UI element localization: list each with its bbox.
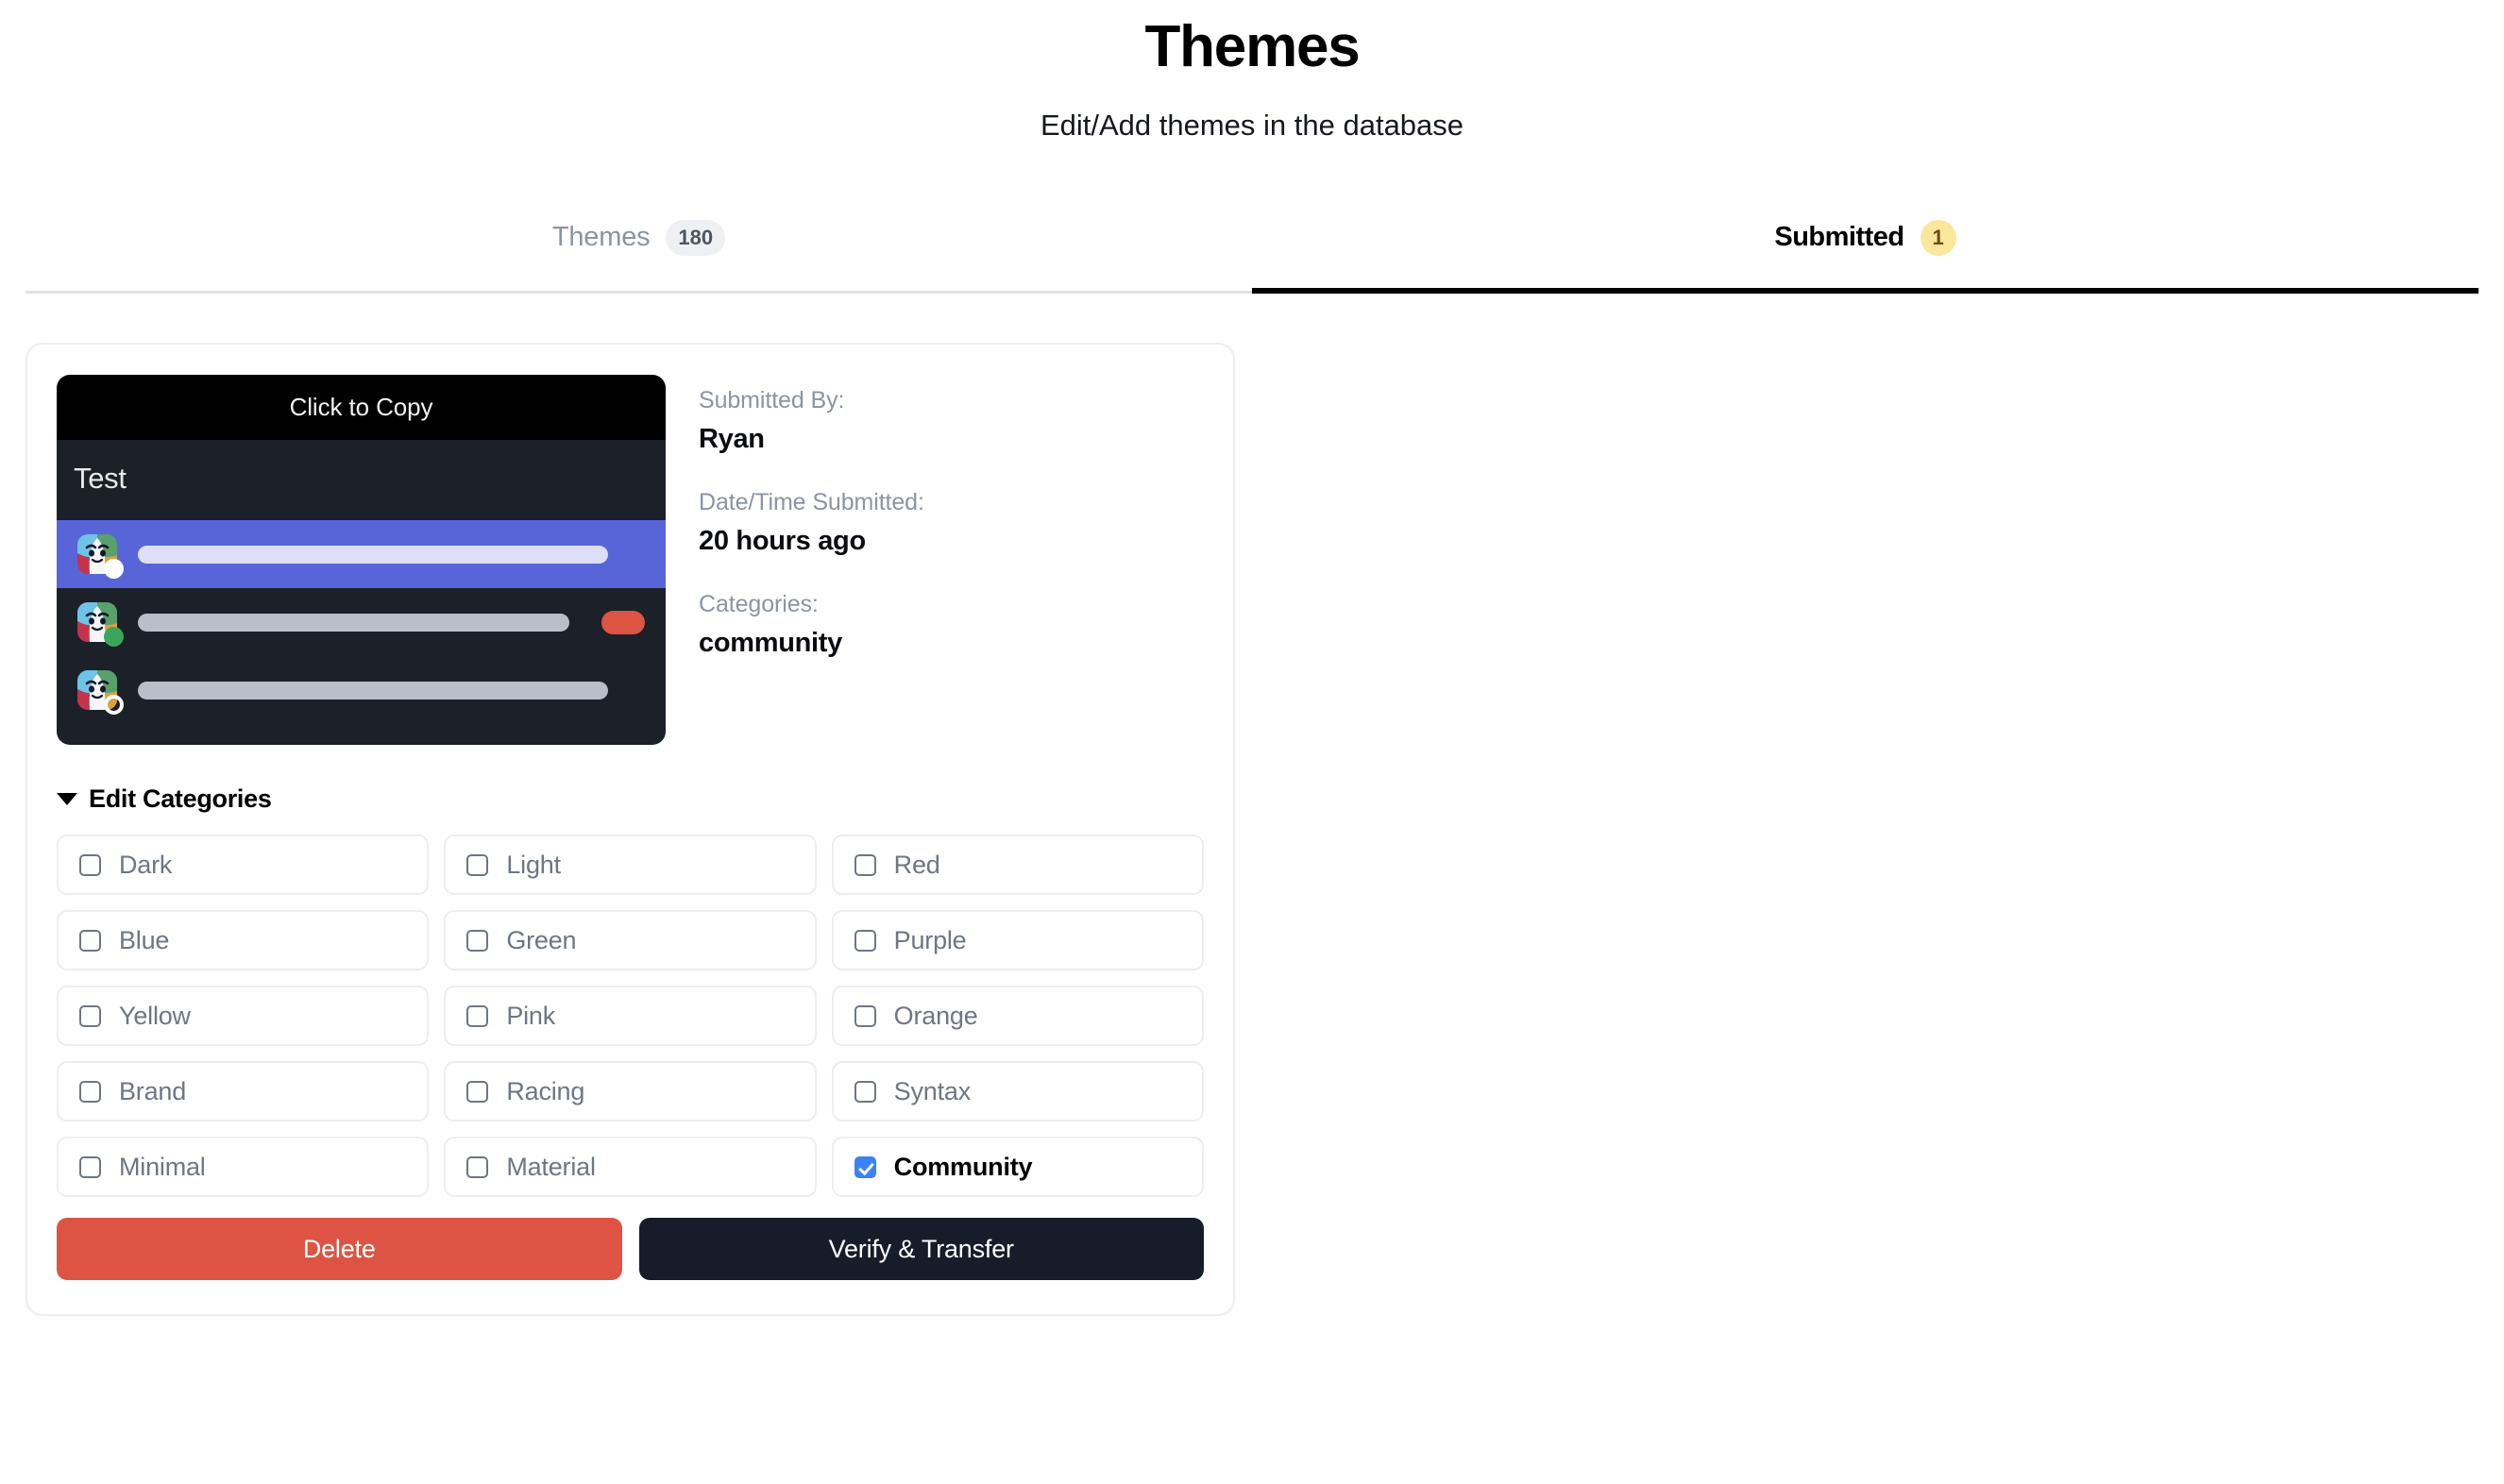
meta-submitted-by: Submitted By: Ryan (699, 387, 1204, 455)
mention-pill (601, 610, 645, 634)
theme-name: Test (74, 462, 127, 496)
tab-submitted-count-badge: 1 (1920, 219, 1956, 256)
submission-card-top: Click to Copy Test Submitted By: Ryan Da… (57, 375, 1204, 746)
category-label: Green (506, 925, 577, 954)
submission-card: Click to Copy Test Submitted By: Ryan Da… (25, 343, 1235, 1317)
category-option-red[interactable]: Red (831, 835, 1204, 896)
tab-submitted-underline (1252, 288, 2479, 295)
meta-label: Submitted By: (699, 387, 845, 414)
category-option-green[interactable]: Green (444, 910, 817, 971)
edit-categories-title: Edit Categories (89, 784, 272, 814)
category-option-orange[interactable]: Orange (831, 986, 1204, 1047)
checkbox-icon[interactable] (466, 1155, 489, 1178)
category-option-minimal[interactable]: Minimal (57, 1137, 430, 1198)
edit-categories-toggle[interactable]: Edit Categories (57, 784, 272, 814)
page-subtitle: Edit/Add themes in the database (1040, 109, 1464, 143)
category-label: Syntax (893, 1076, 972, 1105)
click-to-copy-bar[interactable]: Click to Copy (57, 375, 666, 441)
meta-date-submitted: Date/Time Submitted: 20 hours ago (699, 489, 1204, 557)
category-option-community[interactable]: Community (831, 1137, 1204, 1198)
message-placeholder-bar (138, 613, 569, 632)
category-label: Material (506, 1152, 596, 1181)
submissions-list: Click to Copy Test Submitted By: Ryan Da… (0, 294, 2504, 1317)
tab-themes-label: Themes (551, 222, 651, 253)
category-label: Red (893, 850, 940, 879)
tab-list: Themes 180 Submitted 1 (25, 194, 2479, 295)
checkbox-icon[interactable] (854, 1080, 876, 1103)
category-label: Brand (119, 1076, 187, 1105)
preview-message-row (57, 656, 666, 724)
page-title: Themes (1144, 14, 1360, 79)
category-label: Community (893, 1152, 1033, 1181)
category-label: Orange (893, 1001, 978, 1030)
category-label: Blue (119, 925, 170, 954)
tab-bar: Themes 180 Submitted 1 (0, 194, 2504, 295)
category-option-syntax[interactable]: Syntax (831, 1061, 1204, 1122)
status-indicator-icon (104, 695, 124, 716)
checkbox-icon[interactable] (466, 853, 489, 876)
category-label: Pink (506, 1001, 556, 1030)
message-placeholder-bar (138, 681, 608, 700)
checkbox-icon[interactable] (854, 929, 876, 952)
category-label: Light (506, 850, 561, 879)
category-label: Racing (506, 1076, 585, 1105)
verify-and-transfer-button[interactable]: Verify & Transfer (638, 1218, 1204, 1281)
delete-button[interactable]: Delete (57, 1218, 622, 1281)
avatar (77, 534, 124, 580)
category-label: Yellow (119, 1001, 191, 1030)
category-option-material[interactable]: Material (444, 1137, 817, 1198)
tab-submitted-label: Submitted (1774, 222, 1904, 253)
meta-value: 20 hours ago (699, 526, 866, 557)
category-option-light[interactable]: Light (444, 835, 817, 896)
theme-preview[interactable]: Click to Copy Test (57, 375, 666, 746)
avatar (77, 602, 124, 648)
status-indicator-icon (104, 627, 124, 648)
status-indicator-icon (104, 559, 124, 580)
avatar (77, 670, 124, 716)
category-option-racing[interactable]: Racing (444, 1061, 817, 1122)
page-root: Themes Edit/Add themes in the database T… (0, 0, 2504, 1317)
category-option-yellow[interactable]: Yellow (57, 986, 430, 1047)
meta-value: community (699, 628, 842, 659)
theme-preview-titlebar: Test (57, 440, 666, 521)
preview-message-row (57, 588, 666, 656)
tab-themes[interactable]: Themes 180 (25, 194, 1252, 294)
checkbox-icon[interactable] (854, 1004, 876, 1027)
checkbox-icon[interactable] (79, 1155, 101, 1178)
category-checkbox-grid: Dark Light Red Blue Green Purple Yellow … (57, 835, 1204, 1198)
meta-label: Categories: (699, 591, 819, 618)
message-placeholder-bar (138, 545, 608, 564)
submission-metadata: Submitted By: Ryan Date/Time Submitted: … (699, 375, 1204, 745)
checkbox-icon[interactable] (466, 929, 489, 952)
category-option-pink[interactable]: Pink (444, 986, 817, 1047)
checkbox-icon[interactable] (79, 1080, 101, 1103)
checkbox-icon[interactable] (466, 1004, 489, 1027)
checkbox-icon[interactable] (854, 853, 876, 876)
category-option-brand[interactable]: Brand (57, 1061, 430, 1122)
category-option-dark[interactable]: Dark (57, 835, 430, 896)
category-option-purple[interactable]: Purple (831, 910, 1204, 971)
category-option-blue[interactable]: Blue (57, 910, 430, 971)
submission-actions: Delete Verify & Transfer (57, 1218, 1204, 1281)
category-label: Minimal (119, 1152, 206, 1181)
checkbox-icon[interactable] (79, 1004, 101, 1027)
caret-down-icon (57, 793, 77, 806)
category-label: Dark (119, 850, 173, 879)
checkbox-icon[interactable] (79, 929, 101, 952)
tab-themes-count-badge: 180 (666, 219, 726, 256)
checkbox-icon[interactable] (79, 853, 101, 876)
checkbox-icon[interactable] (466, 1080, 489, 1103)
theme-preview-rows (57, 520, 666, 746)
checkbox-icon[interactable] (854, 1155, 876, 1178)
category-label: Purple (893, 925, 967, 954)
meta-label: Date/Time Submitted: (699, 489, 924, 516)
meta-value: Ryan (699, 424, 765, 455)
meta-categories: Categories: community (699, 591, 1204, 659)
tab-submitted[interactable]: Submitted 1 (1252, 194, 2479, 295)
preview-message-row (57, 520, 666, 589)
